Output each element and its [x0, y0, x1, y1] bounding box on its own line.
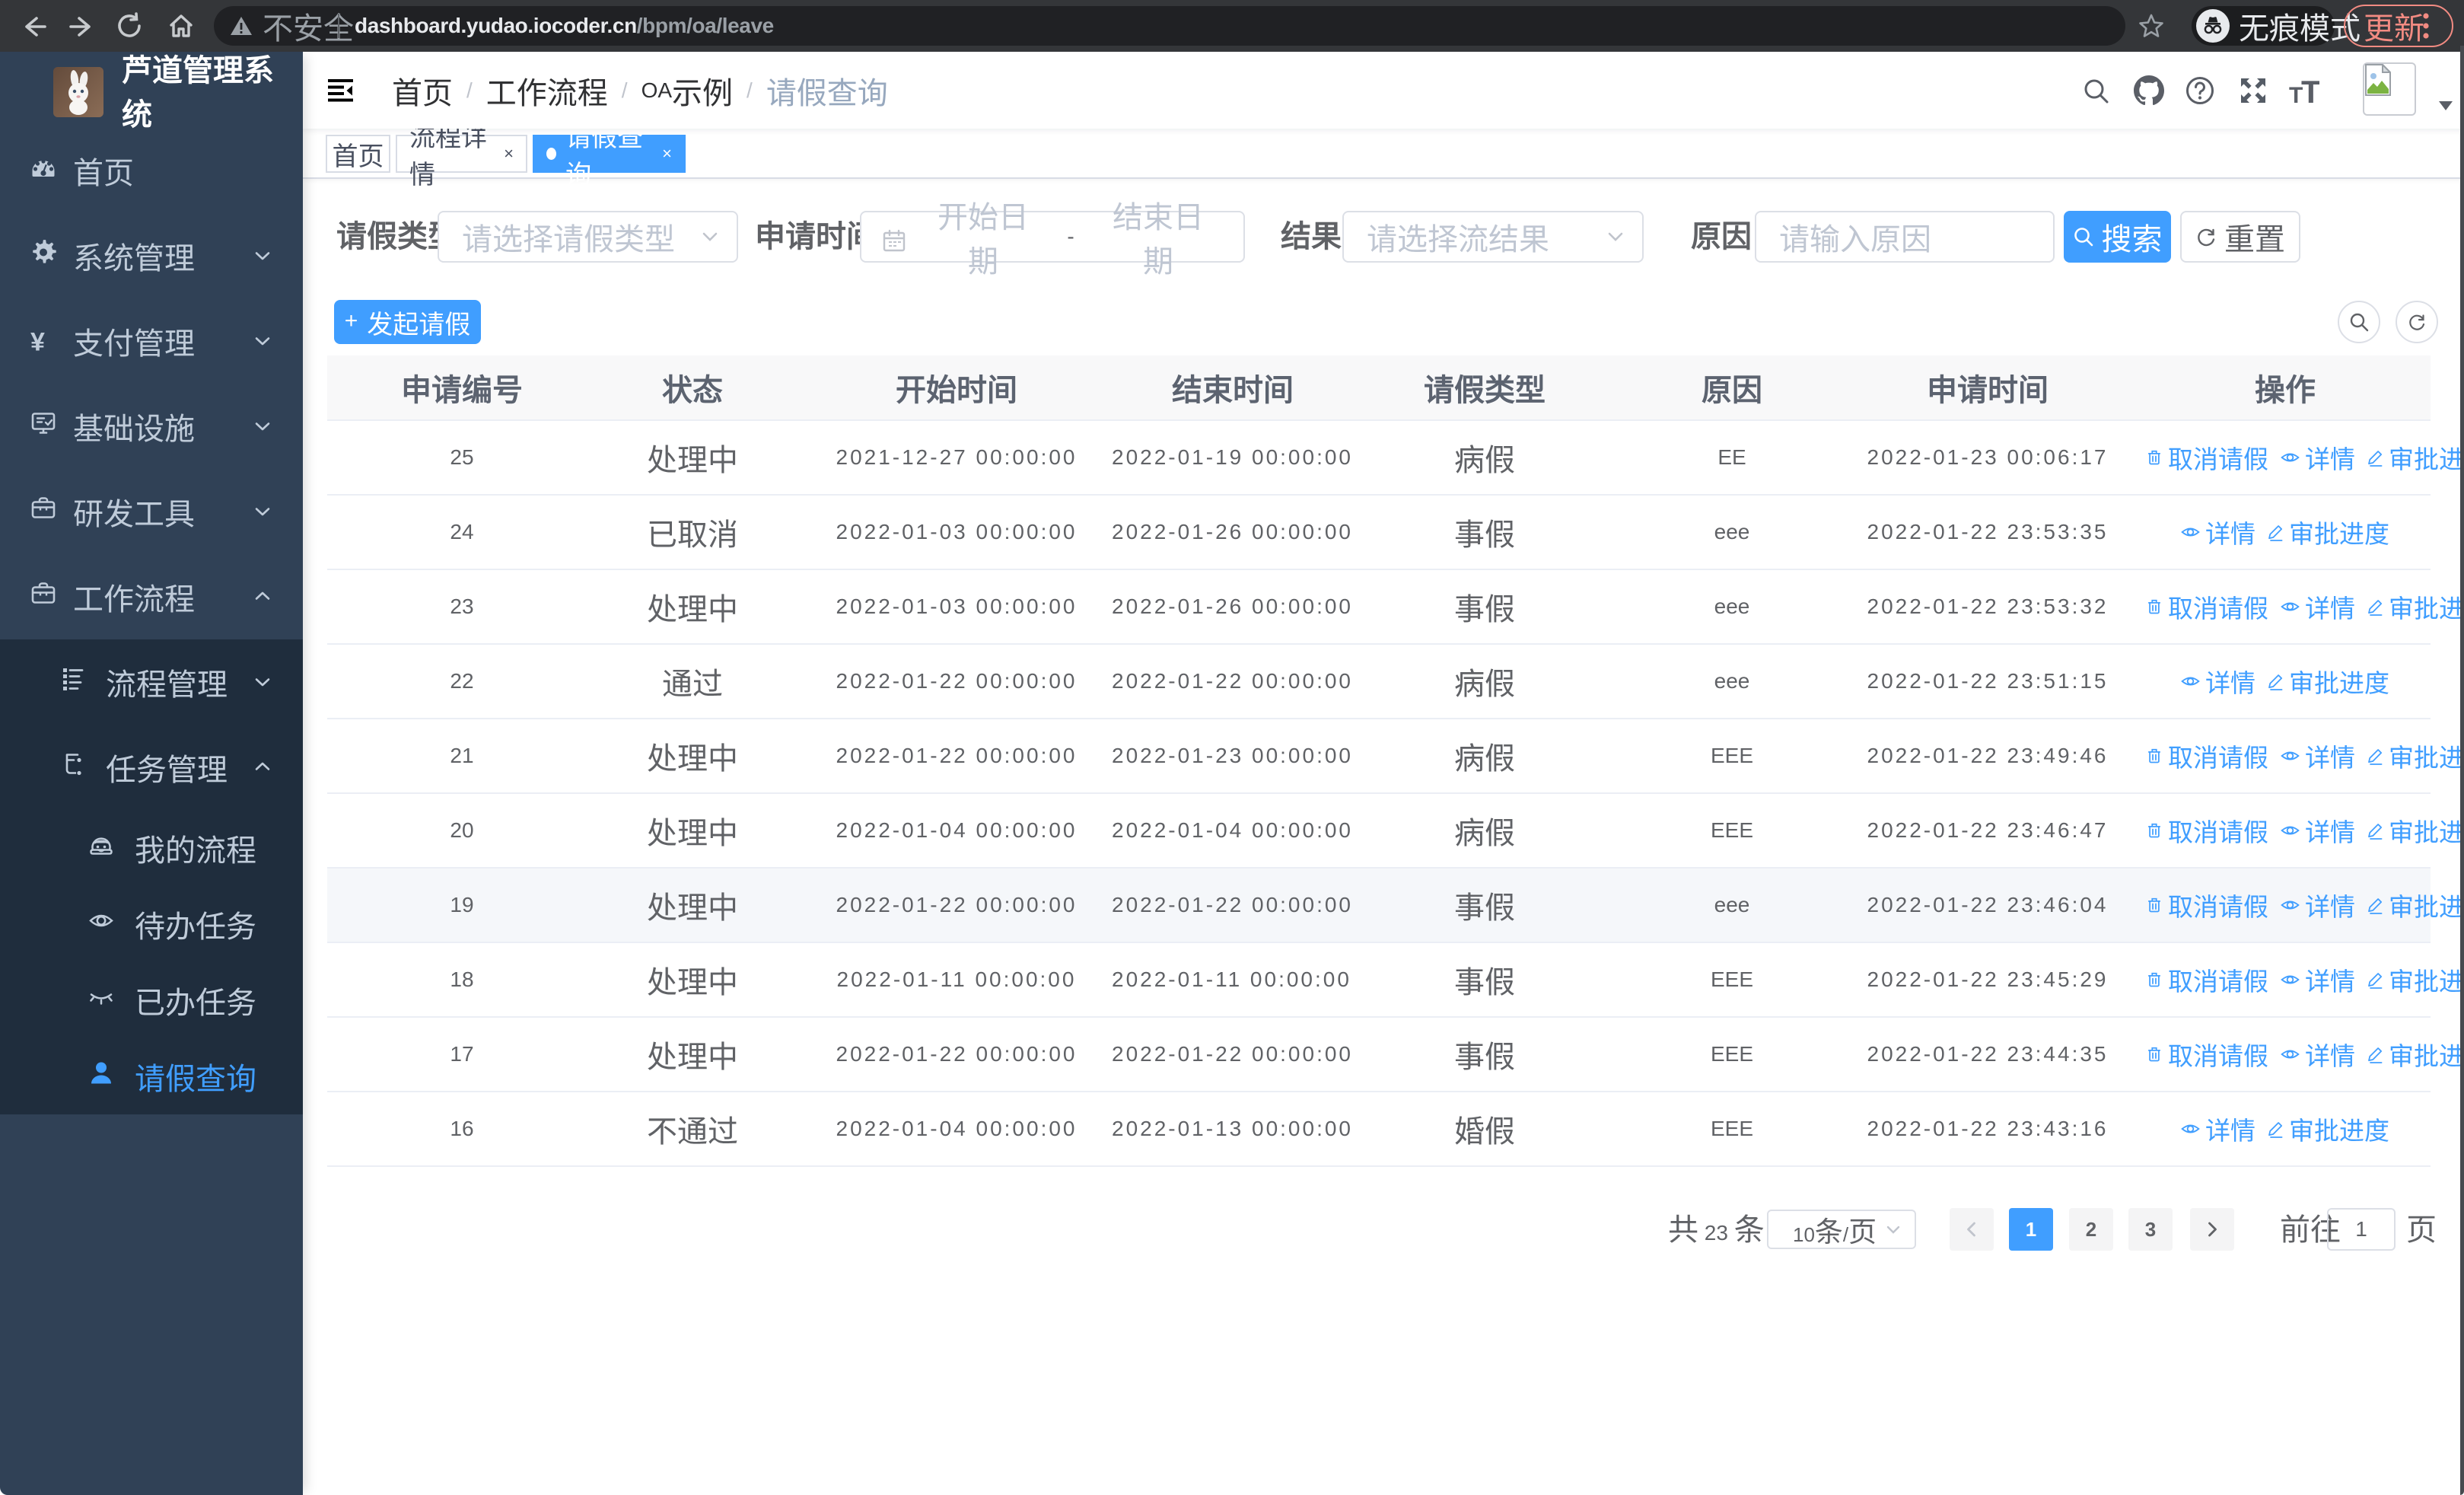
- svg-text:T: T: [2301, 77, 2319, 104]
